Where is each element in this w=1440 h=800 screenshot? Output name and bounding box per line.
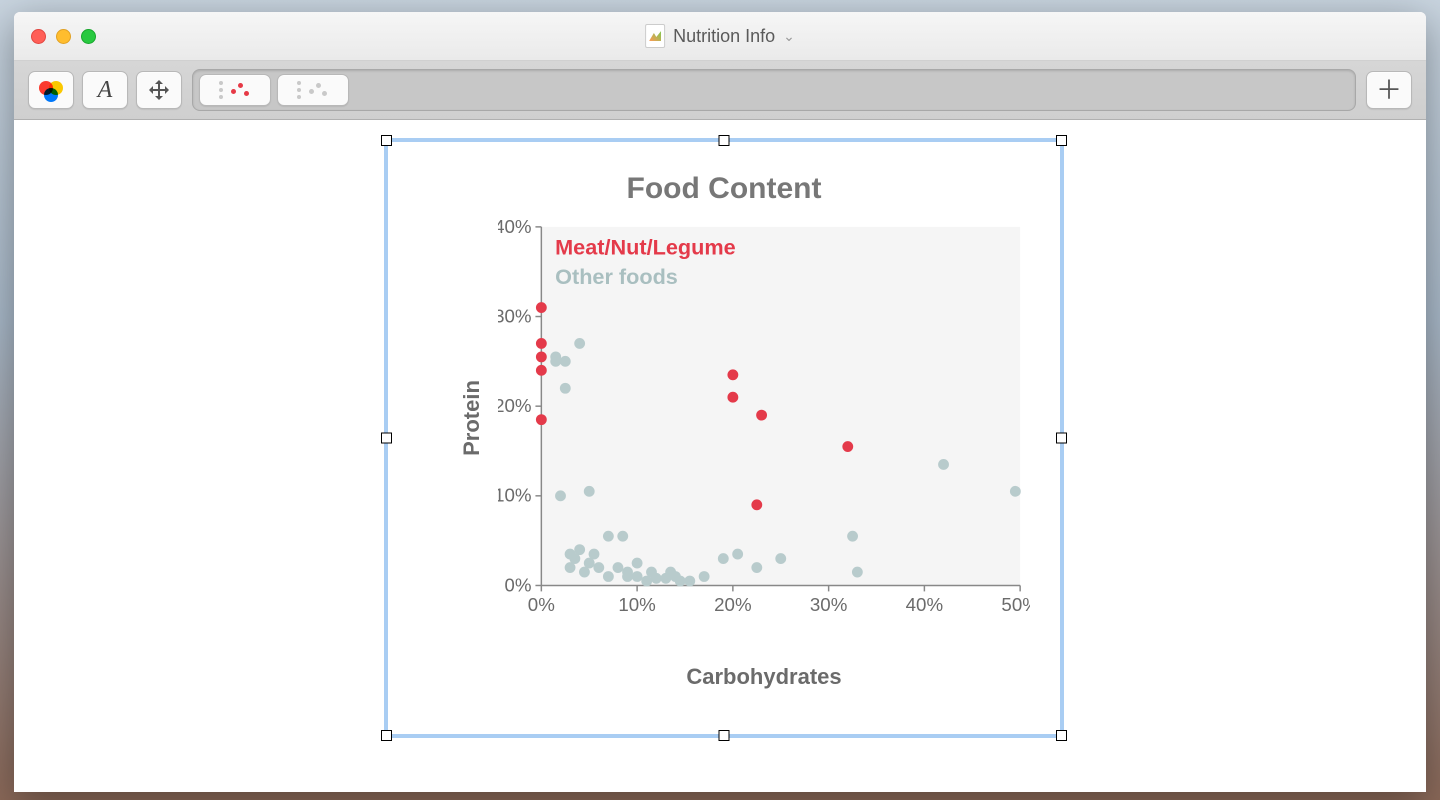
window-title-group[interactable]: Nutrition Info ⌄ [645,24,795,48]
chart-type-red-button[interactable] [199,74,271,106]
titlebar: Nutrition Info ⌄ [14,12,1426,61]
svg-text:10%: 10% [498,485,531,506]
svg-text:30%: 30% [810,594,847,615]
minimize-button[interactable] [56,29,71,44]
y-axis-label: Protein [459,380,485,456]
svg-text:Meat/Nut/Legume: Meat/Nut/Legume [555,234,735,259]
svg-text:20%: 20% [498,395,531,416]
svg-text:0%: 0% [528,594,555,615]
svg-text:40%: 40% [906,594,943,615]
chart-title: Food Content [418,172,1030,206]
fullscreen-button[interactable] [81,29,96,44]
svg-text:Other foods: Other foods [555,264,678,289]
chart-type-gray-button[interactable] [277,74,349,106]
chevron-down-icon: ⌄ [783,28,795,45]
scatter-gray-icon [297,81,329,99]
venn-icon [39,81,63,99]
svg-text:40%: 40% [498,218,531,237]
chart: Food Content Protein 0%10%20%30%40%50%0%… [388,142,1060,734]
add-button[interactable]: ＋ [1366,71,1412,109]
svg-text:10%: 10% [618,594,655,615]
move-icon [149,80,169,100]
svg-text:20%: 20% [714,594,751,615]
x-axis-label: Carbohydrates [498,664,1030,690]
chart-selection[interactable]: Food Content Protein 0%10%20%30%40%50%0%… [384,138,1064,738]
font-picker-button[interactable]: A [82,71,128,109]
svg-text:0%: 0% [504,574,531,595]
plot-area: Protein 0%10%20%30%40%50%0%10%20%30%40%M… [498,218,1030,618]
document-canvas[interactable]: Food Content Protein 0%10%20%30%40%50%0%… [14,120,1426,792]
toolbar-group-left: A [28,71,182,109]
toolbar: A [14,61,1426,120]
plus-icon: ＋ [1376,77,1402,103]
app-window: Nutrition Info ⌄ A [14,12,1426,792]
plot-svg: 0% 10% 20% 30% 40% 50% 0% 10% 20% 30% 40% Meat/Nut/… [498,218,1030,618]
scatter-red-icon [219,81,251,99]
svg-text:30%: 30% [498,305,531,326]
arrange-button[interactable] [136,71,182,109]
chart-type-well [192,69,1356,111]
window-title: Nutrition Info [673,26,775,47]
close-button[interactable] [31,29,46,44]
style-picker-button[interactable] [28,71,74,109]
font-icon: A [98,77,113,104]
traffic-lights [31,29,96,44]
document-icon [645,24,665,48]
svg-text:50%: 50% [1001,594,1030,615]
